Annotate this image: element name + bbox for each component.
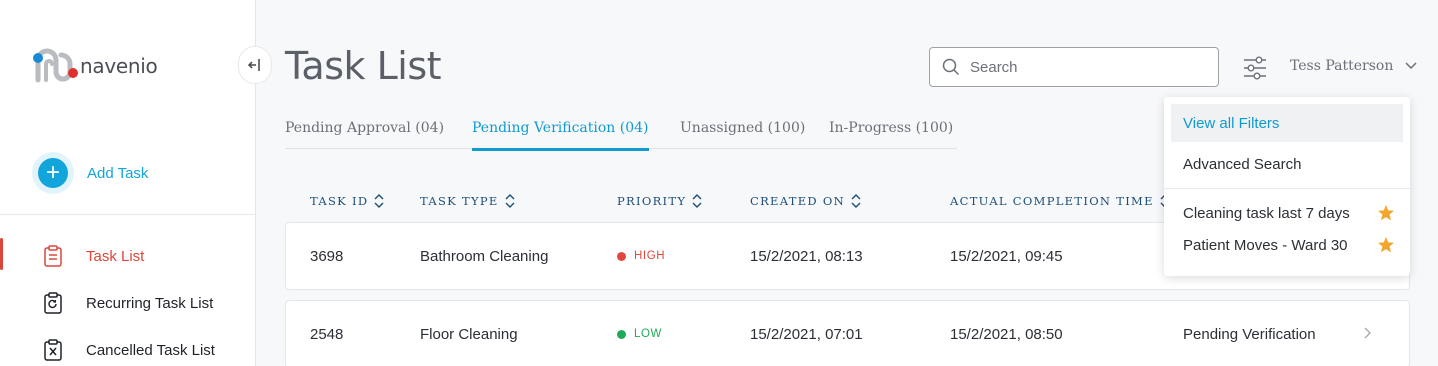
priority-dot	[617, 329, 626, 339]
task-type: Floor Cleaning	[420, 326, 518, 343]
menu-item-label: View all Filters	[1183, 114, 1280, 132]
add-task-label: Add Task	[87, 164, 149, 182]
column-header-task-type[interactable]: TASK TYPE	[420, 194, 515, 208]
sidebar-item-label: Recurring Task List	[86, 294, 214, 312]
sort-icon	[851, 194, 861, 208]
search-box[interactable]	[929, 47, 1219, 87]
column-header-created-on[interactable]: CREATED ON	[750, 194, 861, 208]
saved-filter-label: Cleaning task last 7 days	[1183, 204, 1350, 222]
task-type: Bathroom Cleaning	[420, 248, 549, 265]
add-task-button[interactable]: + Add Task	[38, 158, 148, 188]
sidebar-item-label: Cancelled Task List	[86, 341, 215, 359]
table-row[interactable]: 2548 Floor Cleaning LOW 15/2/2021, 07:01…	[285, 300, 1410, 366]
clipboard-icon	[42, 245, 64, 267]
user-name: Tess Patterson	[1290, 58, 1394, 74]
collapse-sidebar-button[interactable]	[238, 46, 272, 84]
tab-pending-verification[interactable]: Pending Verification (04)	[472, 120, 649, 151]
priority-label: HIGH	[634, 250, 666, 262]
column-header-label: CREATED ON	[750, 194, 845, 208]
sidebar-item-recurring-task-list[interactable]: Recurring Task List	[0, 283, 256, 323]
star-icon[interactable]	[1377, 204, 1395, 222]
sidebar-item-task-list[interactable]: Task List	[0, 236, 256, 276]
recurring-clipboard-icon	[42, 292, 64, 314]
navenio-logo[interactable]: navenio	[30, 42, 158, 90]
brand-name: navenio	[80, 54, 158, 78]
column-header-label: TASK ID	[310, 194, 369, 208]
view-all-filters-option[interactable]: View all Filters	[1171, 104, 1403, 142]
page-title: Task List	[285, 44, 442, 88]
completion-time: 15/2/2021, 08:50	[950, 326, 1063, 343]
sidebar-divider	[0, 214, 256, 215]
menu-item-label: Advanced Search	[1183, 155, 1302, 173]
completion-time: 15/2/2021, 09:45	[950, 248, 1063, 265]
priority-badge: HIGH	[617, 250, 665, 262]
filter-sliders-icon[interactable]	[1242, 56, 1268, 80]
tab-in-progress[interactable]: In-Progress (100)	[829, 120, 953, 136]
search-input[interactable]	[970, 58, 1210, 76]
task-id: 3698	[310, 248, 344, 265]
priority-badge: LOW	[617, 328, 662, 340]
column-header-label: ACTUAL COMPLETION TIME	[950, 194, 1154, 208]
sidebar-item-label: Task List	[86, 247, 145, 265]
priority-label: LOW	[634, 328, 662, 340]
menu-divider	[1164, 188, 1410, 189]
column-header-label: TASK TYPE	[420, 194, 499, 208]
star-icon[interactable]	[1377, 236, 1395, 254]
sidebar: navenio + Add Task Task List Recurring T…	[0, 0, 256, 366]
saved-filter-item[interactable]: Patient Moves - Ward 30	[1171, 226, 1403, 264]
user-menu[interactable]: Tess Patterson	[1290, 58, 1417, 74]
sidebar-item-cancelled-task-list[interactable]: Cancelled Task List	[0, 330, 256, 366]
column-header-label: PRIORITY	[617, 194, 687, 208]
sort-icon	[374, 194, 384, 208]
priority-dot	[617, 251, 626, 261]
tab-pending-approval[interactable]: Pending Approval (04)	[285, 120, 444, 136]
plus-icon: +	[38, 158, 68, 188]
tab-unassigned[interactable]: Unassigned (100)	[680, 120, 805, 136]
column-header-priority[interactable]: PRIORITY	[617, 194, 702, 208]
column-header-task-id[interactable]: TASK ID	[310, 194, 384, 208]
created-on: 15/2/2021, 07:01	[750, 326, 863, 343]
status-text: Pending Verification	[1183, 326, 1316, 343]
saved-filter-label: Patient Moves - Ward 30	[1183, 236, 1348, 254]
cancelled-clipboard-icon	[42, 339, 64, 361]
filter-dropdown-menu: View all Filters Advanced Search Cleanin…	[1164, 97, 1410, 276]
sort-icon	[505, 194, 515, 208]
task-tabs: Pending Approval (04) Pending Verificati…	[285, 114, 957, 151]
sort-icon	[692, 194, 702, 208]
search-icon	[942, 58, 960, 76]
navenio-logo-mark	[33, 48, 78, 83]
column-header-actual-completion-time[interactable]: ACTUAL COMPLETION TIME	[950, 194, 1170, 208]
advanced-search-option[interactable]: Advanced Search	[1171, 145, 1403, 183]
collapse-left-icon	[248, 59, 260, 71]
created-on: 15/2/2021, 08:13	[750, 248, 863, 265]
chevron-down-icon	[1405, 62, 1417, 70]
chevron-right-icon[interactable]	[1363, 326, 1372, 340]
task-id: 2548	[310, 326, 344, 343]
